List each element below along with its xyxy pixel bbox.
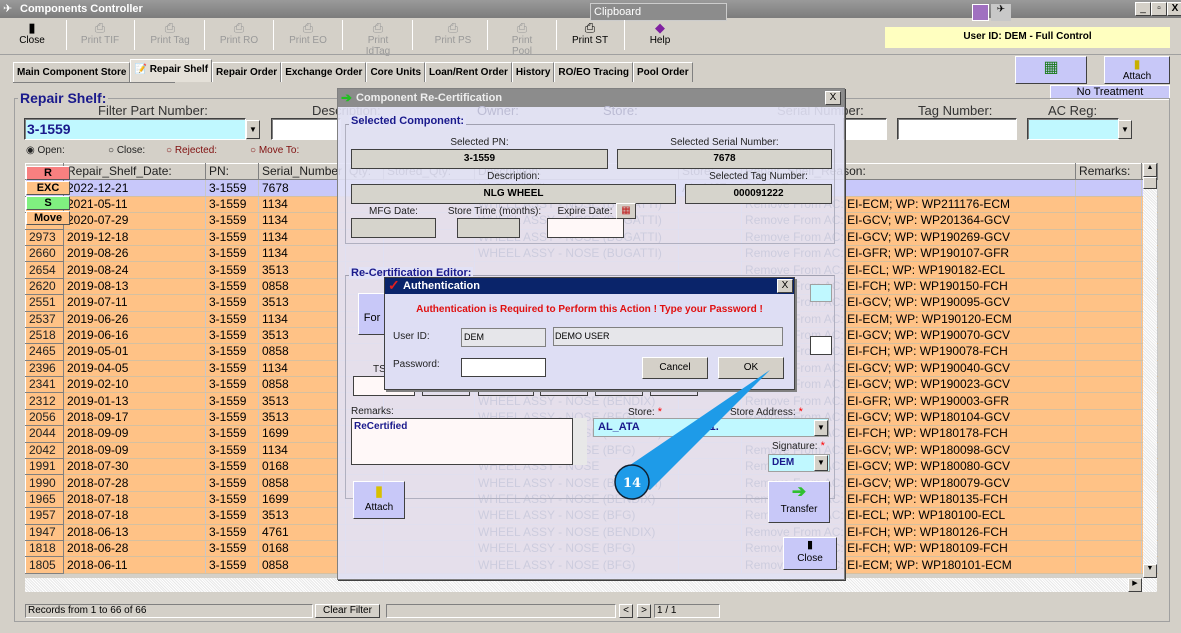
callout-pointer: 14 [614, 370, 770, 500]
callout-number: 14 [623, 476, 641, 491]
